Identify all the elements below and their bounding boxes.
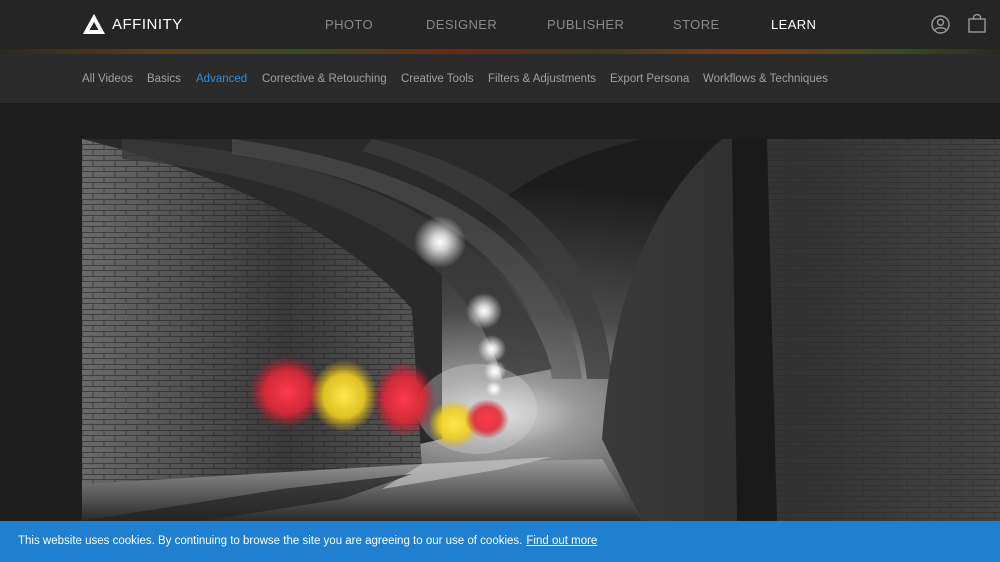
- main-nav: PHOTO DESIGNER PUBLISHER STORE LEARN: [0, 0, 1000, 49]
- nav-photo[interactable]: PHOTO: [325, 17, 373, 32]
- shopping-bag-icon[interactable]: [968, 14, 986, 33]
- subnav-corrective-retouching[interactable]: Corrective & Retouching: [262, 73, 387, 85]
- site-header: AFFINITY PHOTO DESIGNER PUBLISHER STORE …: [0, 0, 1000, 49]
- user-account-icon[interactable]: [931, 15, 950, 34]
- subnav-creative-tools[interactable]: Creative Tools: [401, 73, 474, 85]
- cookie-message-text: This website uses cookies. By continuing…: [18, 535, 523, 547]
- cookie-message: This website uses cookies. By continuing…: [18, 535, 597, 547]
- subnav-advanced[interactable]: Advanced: [196, 73, 247, 85]
- subnav-all-videos[interactable]: All Videos: [82, 73, 133, 85]
- cookie-banner: This website uses cookies. By continuing…: [0, 521, 1000, 562]
- subnav-basics[interactable]: Basics: [147, 73, 181, 85]
- nav-designer[interactable]: DESIGNER: [426, 17, 497, 32]
- subnav-filters-adjustments[interactable]: Filters & Adjustments: [488, 73, 596, 85]
- nav-publisher[interactable]: PUBLISHER: [547, 17, 624, 32]
- nav-learn[interactable]: LEARN: [771, 17, 816, 32]
- learn-sub-nav: All Videos Basics Advanced Corrective & …: [0, 54, 1000, 103]
- cookie-find-out-more-link[interactable]: Find out more: [526, 535, 597, 547]
- subnav-export-persona[interactable]: Export Persona: [610, 73, 689, 85]
- hero-video-thumbnail[interactable]: [82, 139, 1000, 521]
- tunnel-photo: [82, 139, 1000, 521]
- subnav-workflows-techniques[interactable]: Workflows & Techniques: [703, 73, 828, 85]
- nav-store[interactable]: STORE: [673, 17, 720, 32]
